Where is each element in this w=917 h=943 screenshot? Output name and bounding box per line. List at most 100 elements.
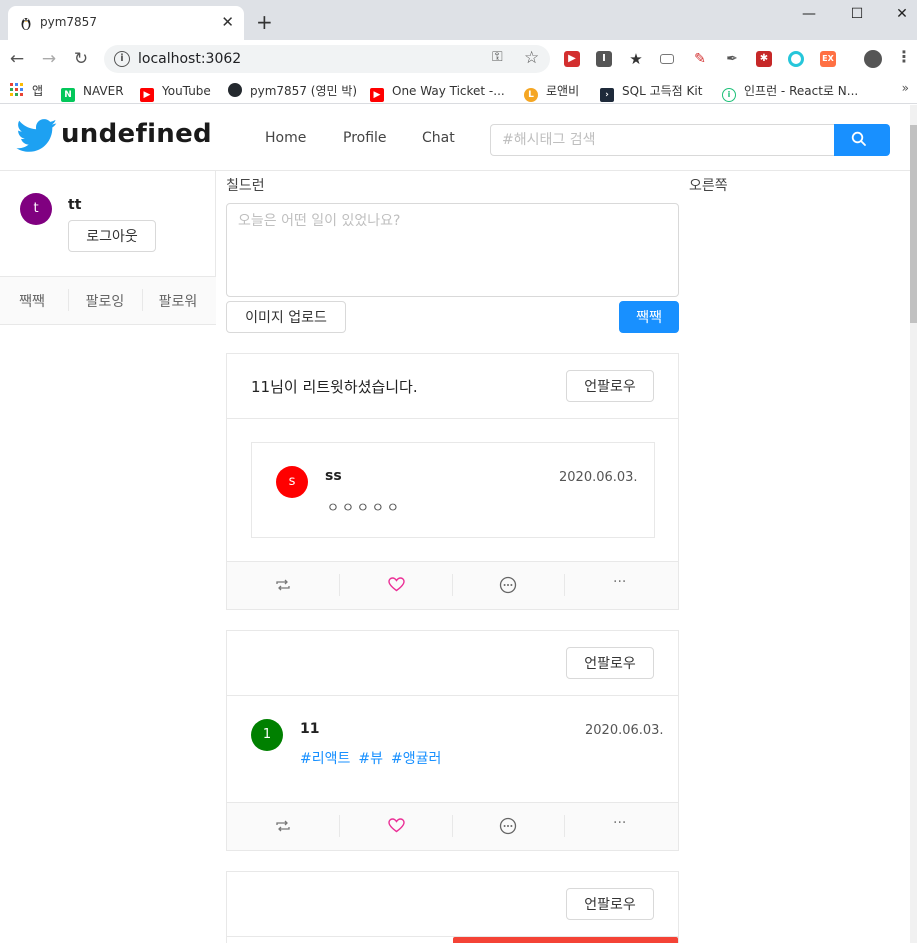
maximize-icon[interactable]: ☐ xyxy=(845,4,869,24)
page-scrollbar[interactable] xyxy=(910,105,917,943)
logout-button[interactable]: 로그아웃 xyxy=(68,220,156,252)
avatar[interactable]: s xyxy=(276,466,308,498)
eyedropper-extension-icon[interactable]: ✒ xyxy=(724,51,740,67)
comment-icon xyxy=(499,576,517,598)
hashtag-search-input[interactable] xyxy=(490,124,835,156)
browser-tab[interactable]: pym7857 ✕ xyxy=(8,6,244,40)
bookmark-label: 로앤비 xyxy=(546,84,580,98)
bookmark-youtube[interactable]: ▶ YouTube xyxy=(140,82,211,102)
bookmark-github[interactable]: pym7857 (영민 박) xyxy=(228,82,357,100)
like-button[interactable] xyxy=(340,562,452,609)
key-icon[interactable]: ⚿ xyxy=(492,49,503,65)
bookmark-inflearn[interactable]: i 인프런 - React로 N... xyxy=(722,82,859,102)
extension-red-icon[interactable]: ▶ xyxy=(564,51,580,67)
heart-icon xyxy=(388,818,405,837)
lawnb-icon: L xyxy=(524,88,538,102)
card-header: 언팔로우 xyxy=(227,872,678,937)
profile-avatar-icon[interactable] xyxy=(864,50,882,68)
stat-followers[interactable]: 팔로워 xyxy=(142,291,214,311)
post-date: 2020.06.03. xyxy=(559,470,638,485)
twitter-bird-icon[interactable] xyxy=(16,119,58,157)
site-info-icon[interactable]: i xyxy=(114,51,130,67)
bookmark-sql-kit[interactable]: › SQL 고득점 Kit xyxy=(600,82,703,102)
forward-arrow-icon[interactable]: → xyxy=(38,48,60,70)
extension-ring-icon[interactable] xyxy=(788,51,804,67)
more-button[interactable]: ··· xyxy=(565,562,677,609)
extension-info-icon[interactable]: I xyxy=(596,51,612,67)
extension-puzzle-icon[interactable]: ✱ xyxy=(756,51,772,67)
hashtag-link[interactable]: #뷰 xyxy=(358,751,383,767)
apps-grid-icon xyxy=(10,83,24,97)
notification-bar xyxy=(453,937,678,943)
youtube-icon: ▶ xyxy=(140,88,154,102)
chrome-menu-icon[interactable]: ⋮ xyxy=(896,49,912,65)
more-button[interactable]: ··· xyxy=(565,803,677,850)
nav-chat[interactable]: Chat xyxy=(422,130,455,146)
unfollow-button[interactable]: 언팔로우 xyxy=(566,647,654,679)
post-card: 언팔로우 1 11 2020.06.03. #리액트 #뷰 #앵귤러 ··· xyxy=(226,630,679,851)
unfollow-button[interactable]: 언팔로우 xyxy=(566,370,654,402)
pen-extension-icon[interactable]: ✎ xyxy=(692,51,708,67)
post-author[interactable]: 11 xyxy=(300,721,319,737)
hashtag-link[interactable]: #리액트 xyxy=(300,751,350,767)
post-hashtags: #리액트 #뷰 #앵귤러 xyxy=(300,748,449,768)
retweet-notice: 11님이 리트윗하셨습니다. xyxy=(251,378,418,396)
close-tab-icon[interactable]: ✕ xyxy=(221,12,234,32)
comment-button[interactable] xyxy=(453,803,565,850)
bookmark-label: SQL 고득점 Kit xyxy=(622,84,703,98)
page-content: undefined Home Profile Chat t tt 로그아웃 짹짹… xyxy=(0,105,910,943)
github-icon xyxy=(228,83,242,97)
heart-icon xyxy=(388,577,405,596)
retweet-button[interactable] xyxy=(227,562,339,609)
retweet-icon xyxy=(275,577,291,596)
hashtag-link[interactable]: #앵귤러 xyxy=(391,751,441,767)
avatar[interactable]: t xyxy=(20,193,52,225)
nav-home[interactable]: Home xyxy=(265,130,306,146)
post-author[interactable]: ss xyxy=(325,468,342,484)
bookmark-label: 인프런 - React로 N... xyxy=(744,84,859,98)
avatar[interactable]: 1 xyxy=(251,719,283,751)
inflearn-icon: i xyxy=(722,88,736,102)
window-close-icon[interactable]: ✕ xyxy=(890,4,914,24)
search-icon xyxy=(851,131,867,151)
comment-button[interactable] xyxy=(453,562,565,609)
extension-ex-icon[interactable]: EX xyxy=(820,51,836,67)
bookmark-label: One Way Ticket -... xyxy=(392,84,505,98)
like-button[interactable] xyxy=(340,803,452,850)
post-card: 언팔로우 xyxy=(226,871,679,943)
minimize-icon[interactable]: — xyxy=(797,4,821,24)
app-header: undefined Home Profile Chat xyxy=(0,105,910,171)
stat-tweets[interactable]: 짹짹 xyxy=(0,291,68,311)
back-arrow-icon[interactable]: ← xyxy=(6,48,28,70)
new-tab-icon[interactable]: + xyxy=(256,12,273,32)
bookmark-apps[interactable]: 앱 xyxy=(10,82,43,100)
screen-extension-icon[interactable] xyxy=(660,54,674,64)
browser-tab-bar: pym7857 ✕ + — ☐ ✕ xyxy=(0,0,917,40)
url-text[interactable]: localhost:3062 xyxy=(138,51,241,67)
youtube-icon: ▶ xyxy=(370,88,384,102)
reload-icon[interactable]: ↻ xyxy=(70,48,92,70)
tweet-textarea[interactable] xyxy=(226,203,679,297)
nav-profile[interactable]: Profile xyxy=(343,130,387,146)
programmers-icon: › xyxy=(600,88,614,102)
omnibox[interactable]: i localhost:3062 ⚿ ☆ xyxy=(104,45,550,73)
scrollbar-thumb[interactable] xyxy=(910,125,917,323)
bookmark-naver[interactable]: N NAVER xyxy=(61,82,124,102)
linux-tux-icon xyxy=(18,15,34,31)
logo-text[interactable]: undefined xyxy=(61,119,212,149)
stat-followings[interactable]: 팔로잉 xyxy=(69,291,141,311)
unfollow-button[interactable]: 언팔로우 xyxy=(566,888,654,920)
retweet-button[interactable] xyxy=(227,803,339,850)
image-upload-button[interactable]: 이미지 업로드 xyxy=(226,301,346,333)
post-card: 11님이 리트윗하셨습니다. 언팔로우 s ss 2020.06.03. ㅇㅇㅇ… xyxy=(226,353,679,610)
retweet-icon xyxy=(275,818,291,837)
tweet-submit-button[interactable]: 짹짹 xyxy=(619,301,679,333)
bookmark-star-icon[interactable]: ☆ xyxy=(524,48,539,68)
profile-name: tt xyxy=(68,197,82,213)
more-bookmarks-icon[interactable]: » xyxy=(902,81,909,95)
star-extension-icon[interactable]: ★ xyxy=(628,51,644,67)
bookmarks-bar: 앱 N NAVER ▶ YouTube pym7857 (영민 박) ▶ One Wa… xyxy=(0,78,917,104)
bookmark-lawnb[interactable]: L 로앤비 xyxy=(524,82,580,102)
bookmark-one-way-ticket[interactable]: ▶ One Way Ticket -... xyxy=(370,82,505,102)
search-button[interactable] xyxy=(834,124,890,156)
